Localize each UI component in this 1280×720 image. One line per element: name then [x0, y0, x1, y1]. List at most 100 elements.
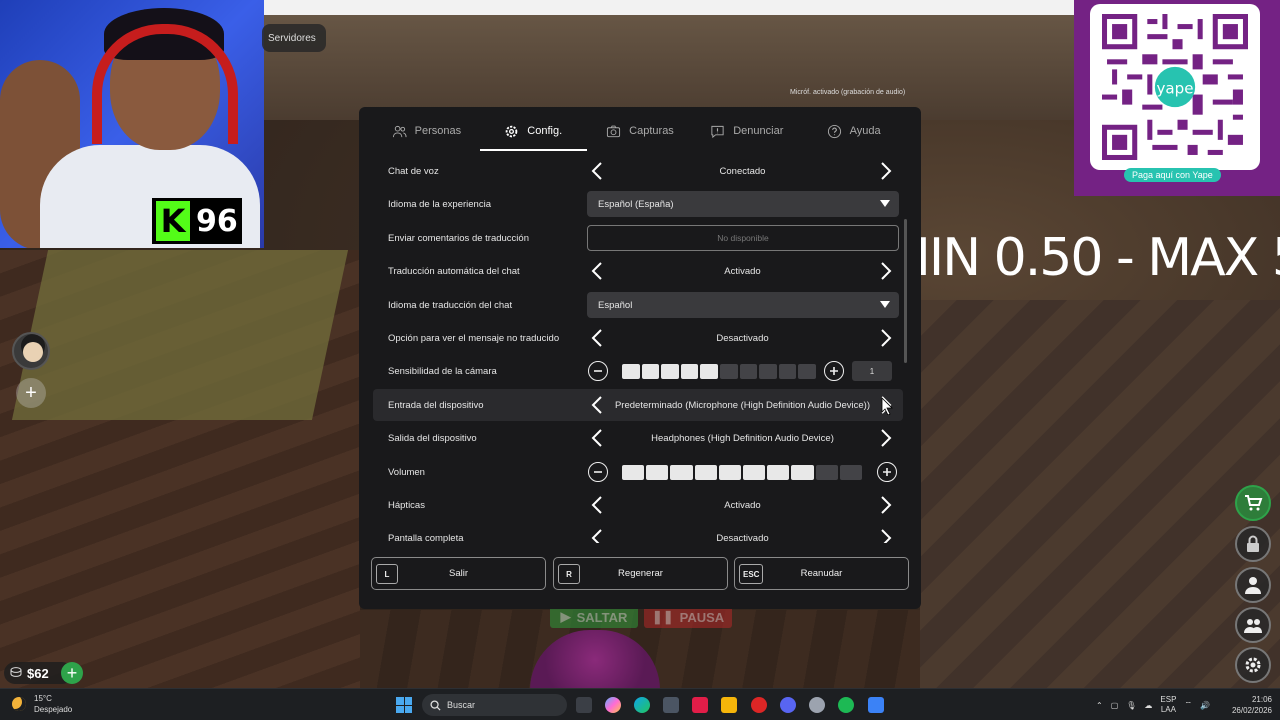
top-bar-strip — [264, 0, 1074, 15]
resume-button[interactable]: ESC Reanudar — [734, 557, 909, 590]
slider-segment[interactable] — [646, 464, 669, 480]
chevron-left-icon[interactable] — [589, 494, 605, 516]
chevron-right-icon[interactable] — [878, 494, 894, 516]
minus-circle-icon[interactable] — [588, 361, 608, 381]
plus-circle-icon[interactable] — [877, 462, 897, 482]
slider-segment[interactable] — [798, 363, 816, 379]
slider-segment[interactable] — [767, 464, 790, 480]
tab-ayuda[interactable]: Ayuda — [800, 111, 907, 151]
tab-denunciar[interactable]: Denunciar — [693, 111, 800, 151]
slider-segment[interactable] — [700, 363, 718, 379]
respawn-button[interactable]: R Regenerar — [553, 557, 728, 590]
spotify-icon[interactable] — [838, 697, 854, 713]
store-icon[interactable] — [663, 697, 679, 713]
slider-segment[interactable] — [680, 363, 699, 379]
chrome-icon[interactable] — [809, 697, 825, 713]
taskbar-search[interactable]: Buscar — [422, 694, 567, 716]
slider-segment[interactable] — [778, 363, 797, 379]
clock[interactable]: 21:06 26/02/2026 — [1222, 694, 1272, 716]
discord-icon[interactable] — [780, 697, 796, 713]
camera-icon — [607, 125, 621, 137]
skip-button[interactable]: ▶ SALTAR — [550, 606, 638, 628]
slider-segment[interactable] — [742, 464, 766, 480]
tab-label: Capturas — [629, 125, 674, 137]
chevron-right-icon[interactable] — [878, 160, 894, 182]
settings-scrollbar[interactable] — [904, 219, 907, 363]
setting-row-chat-translation-language: Idioma de traducción del chat Español — [373, 289, 903, 321]
chevron-left-icon[interactable] — [589, 327, 605, 349]
wifi-icon[interactable]: ⌔ — [1184, 700, 1192, 710]
slider-segment[interactable] — [739, 363, 758, 379]
microphone-icon[interactable]: 🎙 — [1126, 701, 1136, 710]
plus-circle-icon[interactable] — [824, 361, 844, 381]
camera-sensitivity-slider[interactable] — [622, 363, 816, 379]
chat-translation-language-dropdown[interactable]: Español — [587, 292, 899, 318]
shop-cart-button[interactable] — [1235, 485, 1271, 521]
speaker-icon[interactable]: 🔊 — [1200, 701, 1210, 710]
cloud-icon[interactable]: ☁ — [1144, 701, 1152, 710]
roblox-icon[interactable] — [868, 697, 884, 713]
help-icon — [827, 124, 841, 138]
folder-icon[interactable] — [721, 697, 737, 713]
slider-segment[interactable] — [622, 464, 645, 480]
slider-segment[interactable] — [839, 464, 862, 480]
dropdown-value: Español (España) — [598, 198, 674, 210]
lock-button[interactable] — [1235, 526, 1271, 562]
slider-segment[interactable] — [661, 363, 679, 379]
key-hint: L — [376, 564, 398, 584]
add-friend-button[interactable]: + — [16, 378, 46, 408]
tab-personas[interactable]: Personas — [373, 111, 480, 151]
opera-icon[interactable] — [751, 697, 767, 713]
setting-row-show-untranslated: Opción para ver el mensaje no traducido … — [373, 322, 903, 354]
pause-button[interactable]: ❚❚ PAUSA — [644, 606, 732, 628]
chevron-right-icon[interactable] — [878, 327, 894, 349]
copilot-icon[interactable] — [605, 697, 621, 713]
chevron-left-icon[interactable] — [589, 394, 605, 416]
kick-logo-icon: K — [156, 201, 190, 241]
setting-row-auto-translate: Traducción automática del chat Activado — [373, 255, 903, 287]
camera-sensitivity-input[interactable]: 1 — [852, 361, 892, 381]
slider-segment[interactable] — [791, 464, 814, 480]
chevron-left-icon[interactable] — [589, 160, 605, 182]
volume-slider[interactable] — [622, 464, 862, 480]
slider-segment[interactable] — [759, 363, 777, 379]
chevron-up-icon[interactable]: ⌃ — [1096, 701, 1103, 710]
tab-capturas[interactable]: Capturas — [587, 111, 694, 151]
setting-label: Sensibilidad de la cámara — [388, 365, 497, 377]
group-button[interactable] — [1235, 607, 1271, 643]
network-icon[interactable]: ▢ — [1111, 701, 1119, 710]
profile-button[interactable] — [1235, 567, 1271, 603]
slider-segment[interactable] — [719, 363, 738, 379]
servers-button[interactable]: Servidores — [262, 24, 326, 52]
chevron-left-icon[interactable] — [589, 260, 605, 282]
edge-icon[interactable] — [634, 697, 650, 713]
slider-segment[interactable] — [622, 363, 640, 379]
setting-label: Opción para ver el mensaje no traducido — [388, 332, 560, 344]
temperature: 15°C — [34, 694, 52, 703]
chevron-left-icon[interactable] — [589, 527, 605, 543]
setting-label: Entrada del dispositivo — [388, 399, 484, 411]
chevron-right-icon[interactable] — [878, 527, 894, 543]
slider-segment[interactable] — [670, 464, 693, 480]
chevron-right-icon[interactable] — [878, 427, 894, 449]
language-indicator[interactable]: ESP LAA — [1160, 695, 1176, 715]
player-avatar[interactable] — [12, 332, 50, 370]
chevron-right-icon[interactable] — [878, 260, 894, 282]
windows-start-icon[interactable] — [396, 697, 412, 713]
slider-segment[interactable] — [815, 464, 838, 480]
slider-segment[interactable] — [694, 464, 717, 480]
weather-widget[interactable]: 15°C Despejado — [12, 693, 72, 715]
slider-segment[interactable] — [718, 464, 741, 480]
add-money-button[interactable]: + — [61, 662, 83, 684]
slider-segment[interactable] — [641, 363, 660, 379]
chevron-left-icon[interactable] — [589, 427, 605, 449]
pause-icon: ❚❚ — [651, 609, 674, 624]
experience-language-dropdown[interactable]: Español (España) — [587, 191, 899, 217]
leave-button[interactable]: L Salir — [371, 557, 546, 590]
task-view-icon[interactable] — [576, 697, 592, 713]
minus-circle-icon[interactable] — [588, 462, 608, 482]
wps-icon[interactable] — [692, 697, 708, 713]
game-settings-button[interactable] — [1235, 647, 1271, 683]
pause-label: PAUSA — [679, 609, 725, 625]
tab-config[interactable]: Config. — [479, 111, 587, 151]
